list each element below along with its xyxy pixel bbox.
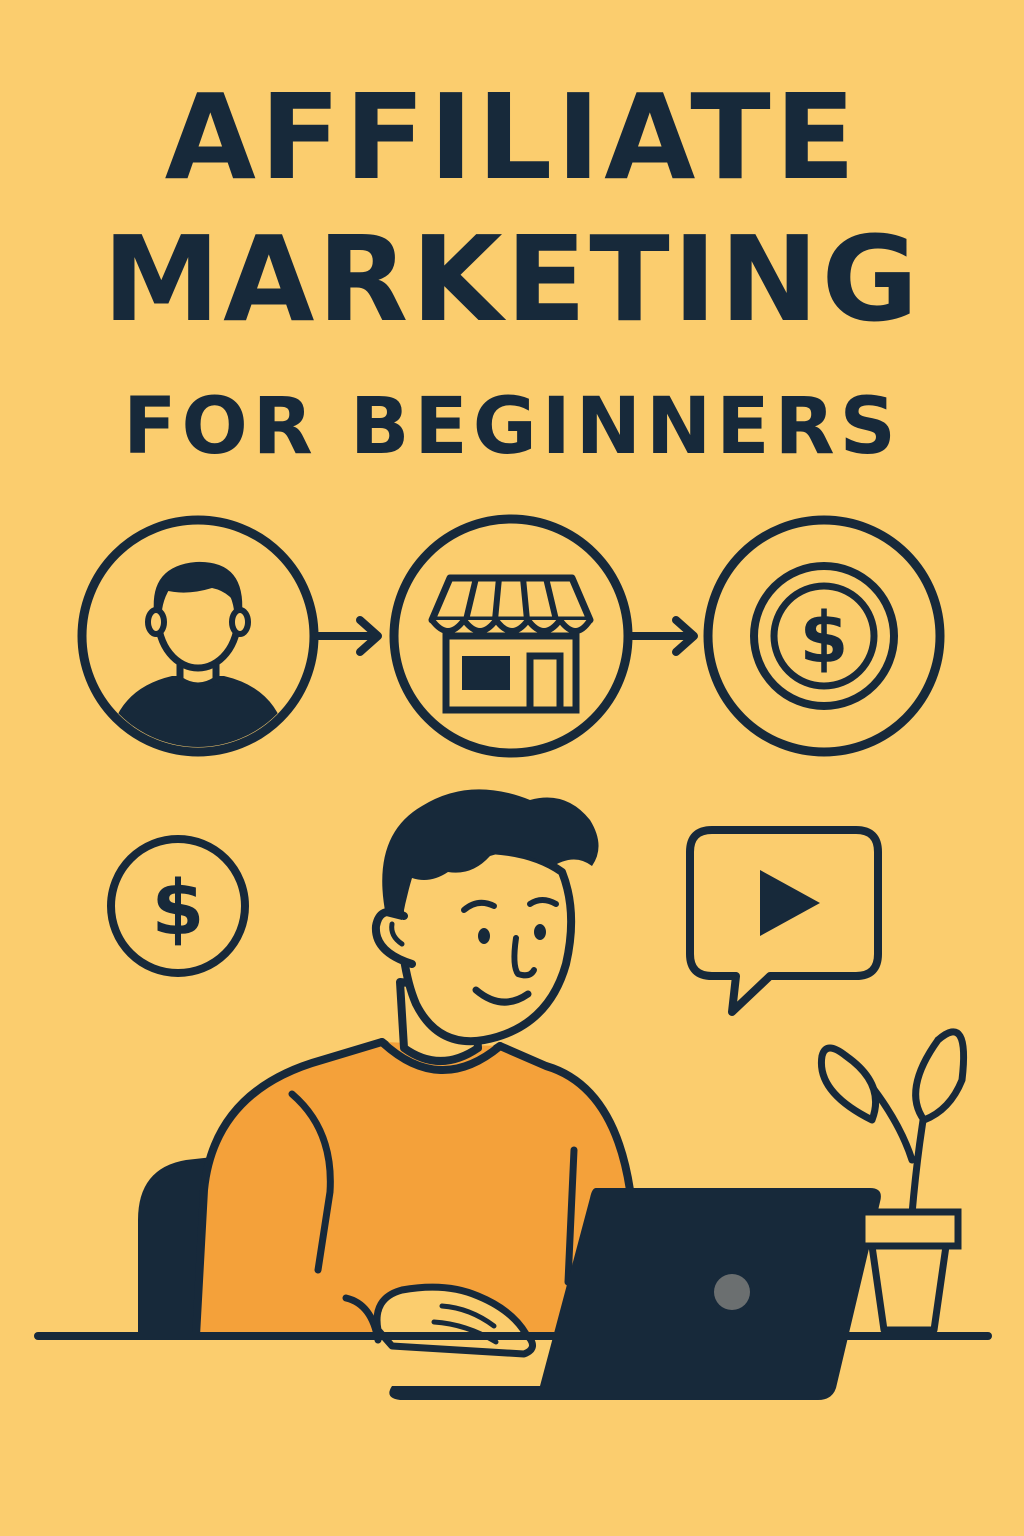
video-play-bubble-icon [686,826,882,1016]
cover-illustration: $ $ [34,514,992,1400]
arrow-right-icon [312,616,382,656]
coin-dollar-icon: $ [703,515,945,757]
coin-dollar-sign: $ [800,597,849,679]
book-cover: AFFILIATE MARKETING FOR BEGINNERS $ $ [0,0,1024,1536]
dollar-circle-icon: $ [107,835,249,977]
dollar-sign: $ [152,863,205,952]
user-icon [77,515,319,757]
arrow-right-icon [628,616,698,656]
storefront-icon [389,514,633,758]
